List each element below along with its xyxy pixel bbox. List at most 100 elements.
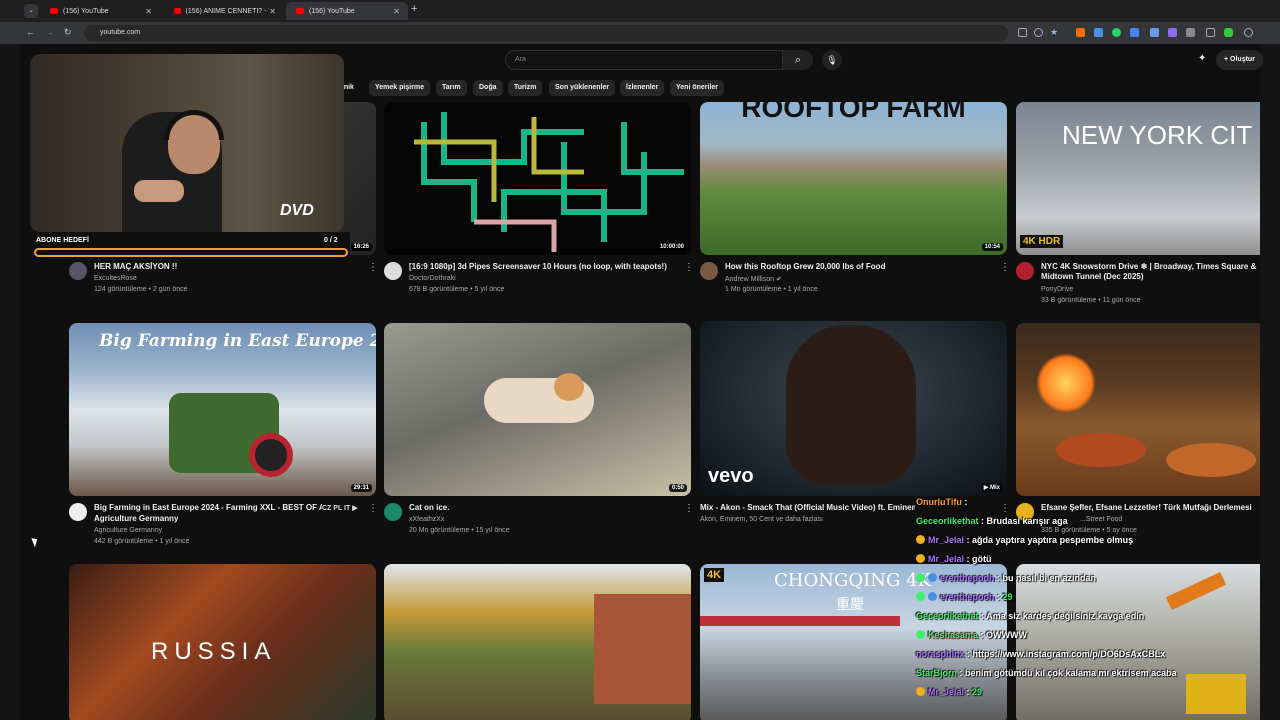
video-thumbnail[interactable]: 10:00:00 <box>384 102 691 255</box>
cast-icon[interactable] <box>1018 28 1027 37</box>
avatar[interactable] <box>69 262 87 280</box>
more-options-icon[interactable]: ⋮ <box>684 262 694 273</box>
chat-badge-icon <box>916 573 925 582</box>
video-thumbnail[interactable]: NEW YORK CIT 4K HDR <box>1016 102 1260 255</box>
video-title[interactable]: Cat on ice. <box>409 503 449 513</box>
premium-icon[interactable]: ✦ <box>1198 53 1206 64</box>
chat-text: bu nasıl bi en azından <box>1002 573 1097 583</box>
menu-icon[interactable] <box>1244 28 1253 37</box>
video-title[interactable]: How this Rooftop Grew 20,000 lbs of Food <box>725 262 997 272</box>
chat-badge-icon <box>928 592 937 601</box>
channel-label: Andrew Millison <box>725 276 775 283</box>
extension-icon[interactable] <box>1150 28 1159 37</box>
video-title[interactable]: NYC 4K Snowstorm Drive ❄ | Broadway, Tim… <box>1041 262 1260 282</box>
translate-icon[interactable] <box>1130 28 1139 37</box>
address-bar[interactable]: youtube.com <box>84 25 1008 41</box>
search-icon[interactable]: ⌕ <box>783 50 813 70</box>
browser-tab-1[interactable]: (156) YouTube ✕ <box>40 2 160 20</box>
avatar[interactable] <box>1016 262 1034 280</box>
video-title[interactable]: [16:9 1080p] 3d Pipes Screensaver 10 Hou… <box>409 262 681 272</box>
channel-name[interactable]: ExcultesRose <box>94 275 137 282</box>
more-options-icon[interactable]: ⋮ <box>368 262 378 273</box>
tractor-wheel-shape <box>249 433 293 477</box>
privacy-eye-icon[interactable] <box>1034 28 1043 37</box>
chip-son[interactable]: Son yüklenenler <box>549 80 616 96</box>
video-thumbnail[interactable]: 0:50 <box>384 323 691 496</box>
chat-message: Mr_Jelal : ağda yaptıra yaptıra pespembe… <box>916 535 1133 545</box>
video-thumbnail[interactable] <box>384 564 691 720</box>
more-options-icon[interactable]: ⋮ <box>368 503 378 514</box>
video-title[interactable]: HER MAÇ AKSİYON !! <box>94 262 364 272</box>
avatar[interactable] <box>384 262 402 280</box>
channel-name[interactable]: xXfeathzXx <box>409 516 444 523</box>
close-tab-icon[interactable]: ✕ <box>145 7 152 16</box>
channel-name[interactable]: PonyDrive <box>1041 286 1073 293</box>
chip-doga[interactable]: Doğa <box>473 80 503 96</box>
thumbnail-overlay-text: Big Farming in East Europe 2024 <box>99 331 376 351</box>
video-title-line2[interactable]: Agriculture Germanny <box>94 514 178 524</box>
video-thumbnail[interactable] <box>1016 323 1260 496</box>
youtube-favicon-icon <box>296 8 304 14</box>
tab-title: (156) YouTube <box>309 7 355 15</box>
avatar[interactable] <box>384 503 402 521</box>
chat-text: götü <box>972 554 992 564</box>
youtube-favicon-icon <box>50 8 58 14</box>
video-thumbnail[interactable]: Big Farming in East Europe 2024 29:31 <box>69 323 376 496</box>
chat-message: OnurluTifu : <box>916 497 968 507</box>
bookmark-star-icon[interactable]: ★ <box>1050 28 1059 37</box>
chip-yeni[interactable]: Yeni öneriler <box>670 80 725 96</box>
thumbnail-overlay-text: ROOFTOP FARM <box>741 102 966 123</box>
close-tab-icon[interactable]: ✕ <box>269 7 276 16</box>
chip-tarim[interactable]: Tarım <box>436 80 467 96</box>
back-arrow-icon[interactable]: ← <box>26 27 35 37</box>
channel-name[interactable]: DoctorDothraki <box>409 275 456 282</box>
dvd-logo: DVD <box>280 202 314 219</box>
extension-icon[interactable] <box>1094 28 1103 37</box>
video-thumbnail[interactable]: ROOFTOP FARM 10:54 <box>700 102 1007 255</box>
video-title[interactable]: Big Farming in East Europe 2024 - Farmin… <box>94 503 322 513</box>
browser-tab-3-active[interactable]: (156) YouTube ✕ <box>286 2 408 20</box>
video-stats: 1 Mn görüntüleme • 1 yıl önce <box>725 286 818 293</box>
whatsapp-icon[interactable] <box>1112 28 1121 37</box>
search-input[interactable]: Ara <box>505 50 783 70</box>
browser-tab-2[interactable]: (156) ANİME CENNETİ? - YouTu ✕ <box>164 2 284 20</box>
chat-text: ağda yaptıra yaptıra pespembe olmuş <box>972 535 1134 545</box>
more-options-icon[interactable]: ⋮ <box>1000 262 1010 273</box>
sidepanel-icon[interactable] <box>1206 28 1215 37</box>
avatar[interactable] <box>700 262 718 280</box>
chip-yemek[interactable]: Yemek pişirme <box>369 80 431 96</box>
chat-badge-icon <box>916 535 925 544</box>
channel-name[interactable]: Akon, Eminem, 50 Cent ve daha fazlası <box>700 516 823 523</box>
puzzle-icon[interactable] <box>1186 28 1195 37</box>
thumbnail-overlay-subtext: 重慶 <box>836 597 864 613</box>
video-thumbnail[interactable]: vevo ▶ Mix <box>700 321 1007 496</box>
more-options-icon[interactable]: ⋮ <box>684 503 694 514</box>
extension-icon[interactable] <box>1076 28 1085 37</box>
channel-name[interactable]: Agriculture Germanny <box>94 527 162 534</box>
video-stats: 678 B görüntüleme • 5 yıl önce <box>409 286 505 293</box>
profile-icon[interactable] <box>1224 28 1233 37</box>
video-thumbnail[interactable]: RUSSIA <box>69 564 376 720</box>
tab-search-chevron-icon[interactable]: ⌄ <box>24 4 38 18</box>
chat-text: 29 <box>1002 592 1013 602</box>
video-title[interactable]: Mix - Akon - Smack That (Official Music … <box>700 503 915 513</box>
video-stats: 33 B görüntüleme • 11 gün önce <box>1041 297 1141 304</box>
avatar[interactable] <box>69 503 87 521</box>
url-text: youtube.com <box>100 29 141 36</box>
microphone-icon[interactable]: 🎙 <box>822 50 842 70</box>
thumbnail-overlay-text: NEW YORK CIT <box>1062 120 1253 150</box>
extension-icon[interactable] <box>1168 28 1177 37</box>
chip-turizm[interactable]: Turizm <box>508 80 543 96</box>
create-button[interactable]: + Oluştur <box>1216 50 1263 70</box>
forward-arrow-icon[interactable]: → <box>45 27 54 37</box>
chat-badge-icon <box>916 554 925 563</box>
chip-izlenenler[interactable]: İzlenenler <box>620 80 665 96</box>
close-tab-icon[interactable]: ✕ <box>393 7 400 16</box>
channel-name[interactable]: Andrew Millison ✔ <box>725 275 782 283</box>
chat-message: erenthepooh : 29 <box>916 592 1013 602</box>
mix-badge: ▶ Mix <box>980 483 1003 492</box>
duration-badge: 10:00:00 <box>656 243 687 251</box>
chat-user: Geceorlikethat <box>916 516 979 526</box>
reload-icon[interactable]: ↻ <box>64 27 72 38</box>
new-tab-icon[interactable]: + <box>411 3 417 15</box>
